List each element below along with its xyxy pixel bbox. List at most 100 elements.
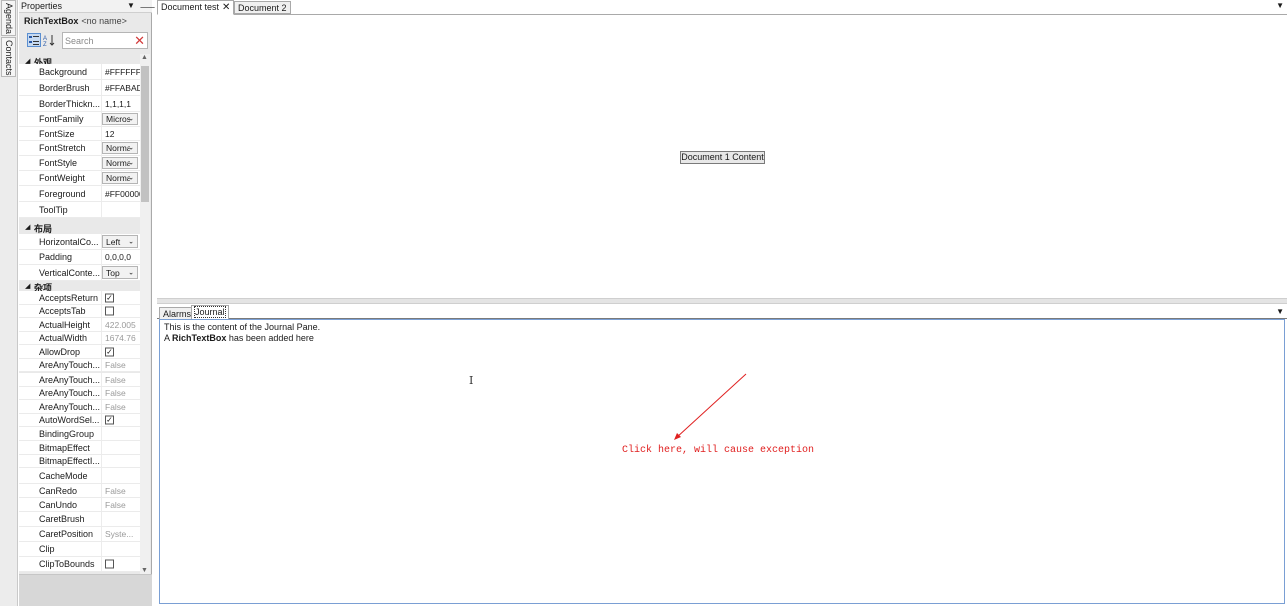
column-divider	[101, 427, 102, 440]
scroll-down-icon[interactable]: ▼	[141, 567, 148, 574]
pin-icon[interactable]: ⸺	[140, 0, 155, 13]
property-grid-scrollbar[interactable]: ▲ ▼	[140, 54, 150, 574]
scrollbar-thumb[interactable]	[141, 66, 149, 202]
column-divider	[101, 345, 102, 358]
property-search-input[interactable]	[65, 34, 129, 47]
tab-alarms[interactable]: Alarms	[159, 307, 196, 319]
property-row[interactable]: AreAnyTouch... False	[19, 400, 140, 414]
journal-rich-text-box[interactable]: This is the content of the Journal Pane.…	[159, 319, 1285, 604]
categorized-view-button[interactable]	[27, 33, 41, 47]
document-tab-strip: Document test ✕ Document 2 ▼	[157, 0, 1287, 15]
property-row[interactable]: CacheMode	[19, 468, 140, 484]
property-row[interactable]: Foreground #FF000000	[19, 186, 140, 202]
property-row[interactable]: Clip	[19, 542, 140, 557]
property-row[interactable]: AcceptsReturn ✓	[19, 291, 140, 305]
column-divider	[101, 512, 102, 526]
property-value: Syste...	[105, 529, 134, 539]
property-row[interactable]: BitmapEffectI...	[19, 455, 140, 468]
column-divider	[101, 96, 102, 111]
property-value-dropdown[interactable]: Normal⌄	[102, 172, 138, 184]
property-row[interactable]: FontFamily Microsoft YaHei UI⌄	[19, 112, 140, 127]
property-value-dropdown[interactable]: Left ⌄	[102, 235, 138, 248]
tab-document-2[interactable]: Document 2	[234, 1, 291, 14]
property-value-dropdown[interactable]: Normal⌄	[102, 142, 138, 154]
property-value[interactable]: #FFABADB3	[105, 83, 140, 93]
property-value-checkbox[interactable]: ✓	[105, 293, 114, 302]
document-content-button[interactable]: Document 1 Content	[680, 151, 765, 164]
column-divider	[101, 305, 102, 317]
property-row[interactable]: BitmapEffect	[19, 441, 140, 455]
property-value-checkbox[interactable]	[105, 559, 114, 569]
property-value[interactable]: #FFFFFFFF	[105, 67, 140, 77]
property-name: Clip	[39, 544, 55, 554]
property-name: BitmapEffectI...	[39, 456, 100, 466]
property-value: Normal	[106, 158, 130, 168]
property-row[interactable]: FontSize 12	[19, 127, 140, 141]
property-value-dropdown[interactable]: Top ⌄	[102, 266, 138, 279]
property-search-box[interactable]: ✕	[62, 32, 148, 49]
property-value: Normal	[106, 173, 130, 183]
property-value[interactable]: 0,0,0,0	[105, 252, 140, 262]
property-name: BorderBrush	[39, 82, 90, 93]
property-value: False	[105, 499, 126, 510]
alphabetical-view-button[interactable]: AZ	[42, 33, 56, 48]
property-value-checkbox[interactable]	[105, 306, 114, 316]
property-value-dropdown[interactable]: Normal⌄	[102, 157, 138, 169]
property-name: VerticalConte...	[39, 267, 101, 278]
property-row[interactable]: Background #FFFFFFFF	[19, 64, 140, 80]
tab-journal[interactable]: Journal	[191, 305, 229, 319]
property-row[interactable]: AreAnyTouch... False	[19, 373, 140, 387]
property-category[interactable]: ◢ 布局	[19, 222, 140, 234]
property-value-dropdown[interactable]: Microsoft YaHei UI⌄	[102, 113, 138, 125]
property-row[interactable]: ToolTip	[19, 202, 140, 218]
property-value[interactable]: 1,1,1,1	[105, 99, 140, 109]
selected-object-type: RichTextBox	[24, 16, 79, 26]
property-row[interactable]: FontStretch Normal⌄	[19, 141, 140, 156]
property-row[interactable]: CaretBrush	[19, 512, 140, 527]
property-row[interactable]: BorderThickn... 1,1,1,1	[19, 96, 140, 112]
property-row[interactable]: ClipToBounds	[19, 557, 140, 572]
property-row[interactable]: Padding 0,0,0,0	[19, 250, 140, 265]
property-name: AcceptsTab	[39, 306, 86, 316]
tab-alarms-label: Alarms	[163, 309, 192, 319]
property-row[interactable]: AutoWordSel... ✓	[19, 414, 140, 427]
property-name: CacheMode	[39, 470, 88, 481]
property-row[interactable]: FontStyle Normal⌄	[19, 156, 140, 171]
bottom-pane-dropdown-icon[interactable]: ▼	[1276, 307, 1284, 316]
property-row[interactable]: ActualWidth 1674.76	[19, 332, 140, 345]
property-row[interactable]: ActualHeight 422.005	[19, 318, 140, 332]
property-name: Foreground	[39, 188, 86, 199]
property-row[interactable]: BindingGroup	[19, 427, 140, 441]
property-row[interactable]: HorizontalCo... Left ⌄	[19, 234, 140, 250]
property-name: CanRedo	[39, 485, 78, 496]
close-icon[interactable]: ✕	[222, 2, 230, 13]
property-row[interactable]: CaretPosition Syste...	[19, 527, 140, 542]
tab-document-test[interactable]: Document test ✕	[157, 0, 235, 15]
property-row[interactable]: AcceptsTab	[19, 305, 140, 318]
property-row[interactable]: AreAnyTouch... False	[19, 387, 140, 400]
property-value: 422.005	[105, 319, 136, 330]
property-value: False	[105, 388, 126, 398]
column-divider	[101, 400, 102, 413]
clear-search-icon[interactable]: ✕	[134, 33, 145, 48]
property-row[interactable]: CanUndo False	[19, 498, 140, 512]
scroll-up-icon[interactable]: ▲	[141, 54, 148, 61]
property-row[interactable]: AreAnyTouch... False	[19, 359, 140, 372]
property-row[interactable]: FontWeight Normal⌄	[19, 171, 140, 186]
property-value[interactable]: #FF000000	[105, 189, 140, 199]
document-list-dropdown-icon[interactable]: ▼	[1276, 1, 1284, 10]
property-value-checkbox[interactable]: ✓	[105, 347, 114, 356]
property-row[interactable]: BorderBrush #FFABADB3	[19, 80, 140, 96]
property-row[interactable]: VerticalConte... Top ⌄	[19, 265, 140, 281]
side-tab-agenda[interactable]: Agenda	[1, 0, 16, 36]
side-tab-contacts[interactable]: Contacts	[1, 37, 16, 77]
collapse-category-icon[interactable]: ◢	[25, 223, 30, 231]
auto-hide-strip: Agenda Contacts	[0, 0, 18, 606]
property-value-checkbox[interactable]: ✓	[105, 415, 114, 425]
chevron-down-icon: ⌄	[128, 144, 134, 152]
property-row[interactable]: AllowDrop ✓	[19, 345, 140, 359]
property-row[interactable]: CanRedo False	[19, 484, 140, 498]
collapse-category-icon[interactable]: ◢	[25, 282, 30, 290]
window-position-dropdown-icon[interactable]: ▼	[127, 1, 135, 10]
property-value[interactable]: 12	[105, 129, 140, 139]
